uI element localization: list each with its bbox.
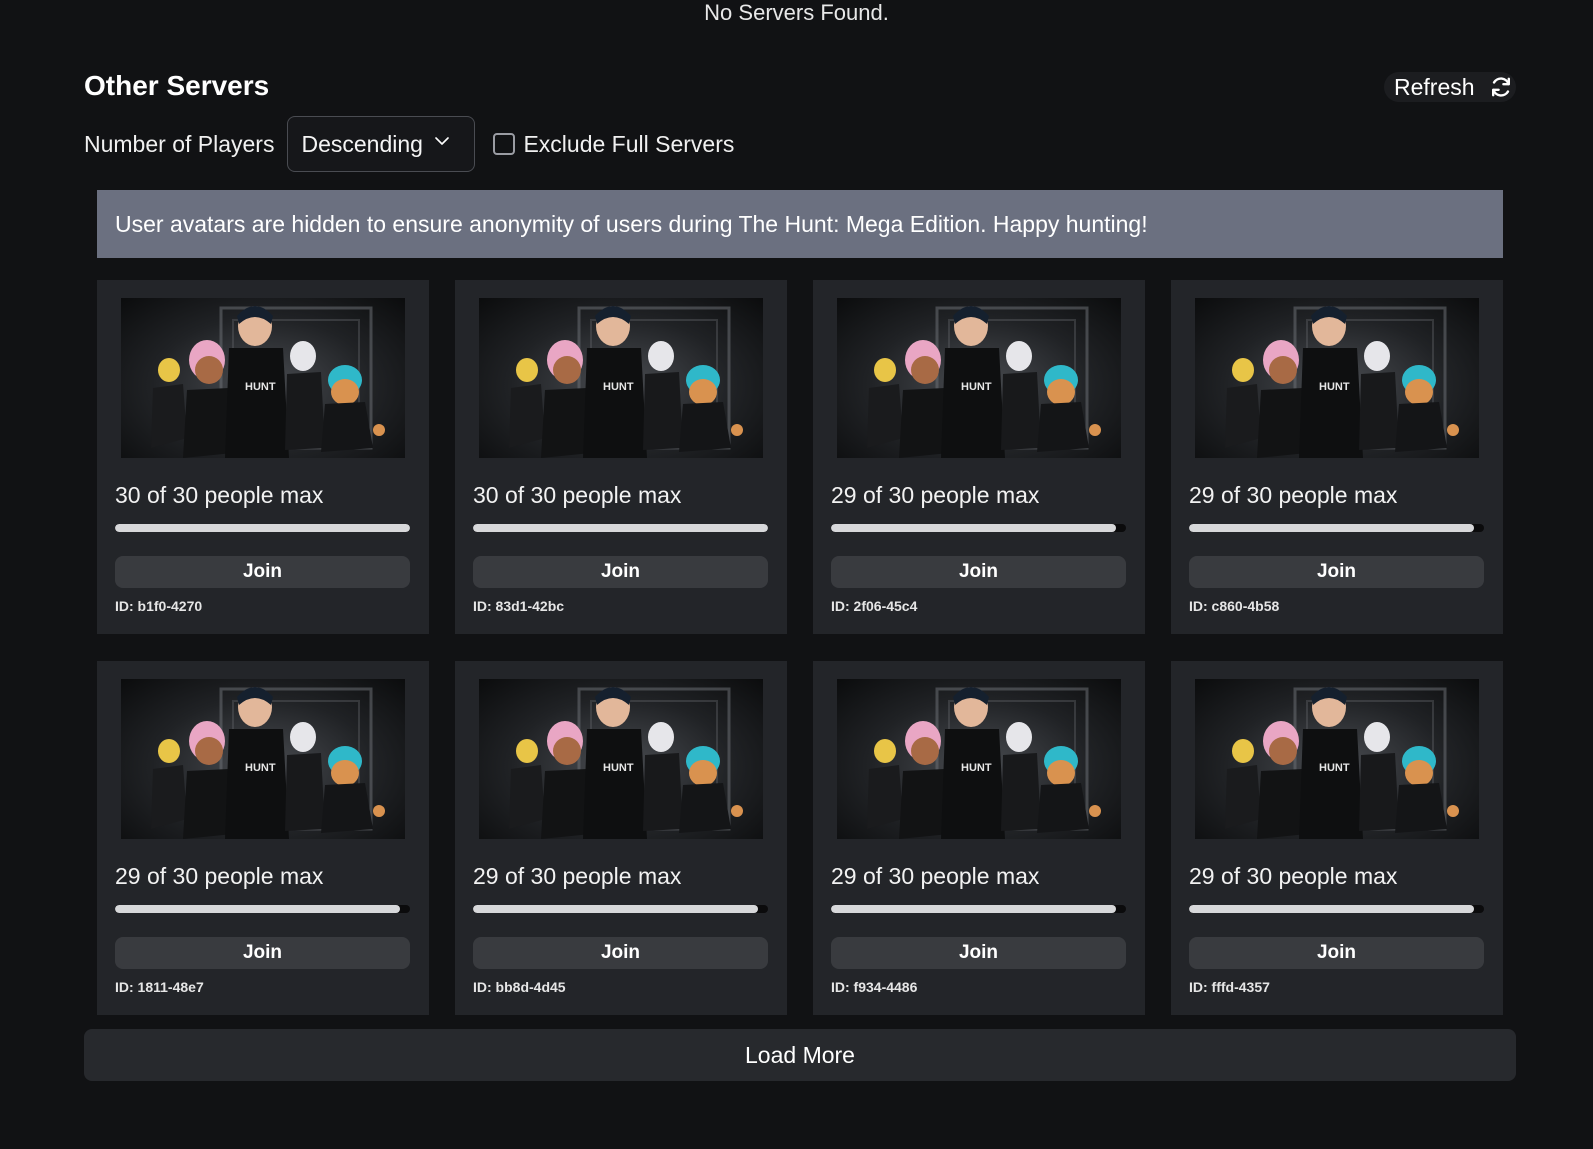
capacity-bar — [1189, 905, 1484, 913]
join-button[interactable]: Join — [473, 937, 768, 969]
chevron-down-icon — [435, 134, 449, 148]
player-count: 29 of 30 people max — [115, 863, 324, 889]
capacity-bar-fill — [831, 905, 1117, 913]
server-id: ID: bb8d-4d45 — [473, 979, 566, 995]
refresh-button[interactable]: Refresh — [1384, 72, 1516, 102]
svg-text:HUNT: HUNT — [603, 762, 634, 774]
server-id: ID: 2f06-45c4 — [831, 598, 918, 614]
game-thumbnail-image: HUNT — [837, 679, 1121, 839]
svg-text:HUNT: HUNT — [961, 381, 992, 393]
server-card: HUNT 30 of 30 people max Join ID: 83d1-42b… — [455, 280, 787, 634]
player-count: 29 of 30 people max — [473, 863, 682, 889]
game-thumbnail-image: HUNT — [837, 298, 1121, 458]
exclude-full-servers-checkbox[interactable] — [493, 133, 516, 155]
capacity-bar — [1189, 524, 1484, 532]
sort-order-dropdown[interactable]: Descending — [287, 116, 476, 172]
capacity-bar — [115, 905, 410, 913]
svg-text:HUNT: HUNT — [245, 381, 276, 393]
refresh-label: Refresh — [1394, 73, 1475, 100]
join-button[interactable]: Join — [115, 937, 410, 969]
game-thumbnail-image: HUNT — [121, 298, 405, 458]
join-button[interactable]: Join — [831, 937, 1126, 969]
game-thumbnail-image: HUNT — [1195, 679, 1479, 839]
join-button[interactable]: Join — [1189, 937, 1484, 969]
refresh-icon — [1489, 75, 1513, 99]
server-card: HUNT 30 of 30 people max Join ID: b1f0-427… — [97, 280, 429, 634]
server-card: HUNT 29 of 30 people max Join ID: bb8d-4d4… — [455, 661, 787, 1015]
capacity-bar — [831, 524, 1126, 532]
server-id: ID: c860-4b58 — [1189, 598, 1280, 614]
capacity-bar — [473, 524, 768, 532]
server-card: HUNT 29 of 30 people max Join ID: f934-448… — [813, 661, 1145, 1015]
player-count: 29 of 30 people max — [831, 863, 1040, 889]
server-card: HUNT 29 of 30 people max Join ID: 2f06-45c… — [813, 280, 1145, 634]
server-id: ID: 1811-48e7 — [115, 979, 204, 995]
capacity-bar-fill — [473, 524, 768, 532]
capacity-bar — [831, 905, 1126, 913]
svg-text:HUNT: HUNT — [961, 762, 992, 774]
svg-text:HUNT: HUNT — [603, 381, 634, 393]
server-id: ID: f934-4486 — [831, 979, 918, 995]
svg-text:HUNT: HUNT — [1319, 762, 1350, 774]
no-servers-message: No Servers Found. — [704, 0, 889, 25]
capacity-bar-fill — [1189, 524, 1475, 532]
player-count: 30 of 30 people max — [115, 482, 324, 508]
player-count: 29 of 30 people max — [831, 482, 1040, 508]
game-thumbnail-image: HUNT — [121, 679, 405, 839]
player-count: 30 of 30 people max — [473, 482, 682, 508]
svg-text:HUNT: HUNT — [245, 762, 276, 774]
sort-label: Number of Players — [84, 130, 275, 157]
sort-order-value: Descending — [301, 130, 423, 157]
load-more-button[interactable]: Load More — [84, 1029, 1516, 1081]
section-title: Other Servers — [84, 70, 270, 101]
server-list-page: No Servers Found. Other Servers Refresh … — [0, 0, 1593, 1149]
exclude-full-servers-label: Exclude Full Servers — [523, 130, 735, 157]
capacity-bar-fill — [115, 524, 410, 532]
capacity-bar — [473, 905, 768, 913]
join-button[interactable]: Join — [115, 556, 410, 588]
server-id: ID: 83d1-42bc — [473, 598, 565, 614]
server-id: ID: fffd-4357 — [1189, 979, 1270, 995]
game-thumbnail-image: HUNT — [1195, 298, 1479, 458]
server-card: HUNT 29 of 30 people max Join ID: c860-4b5… — [1171, 280, 1503, 634]
game-thumbnail-image: HUNT — [479, 679, 763, 839]
exclude-full-servers-option[interactable]: Exclude Full Servers — [493, 131, 734, 158]
server-id: ID: b1f0-4270 — [115, 598, 203, 614]
join-button[interactable]: Join — [1189, 556, 1484, 588]
filter-row: Number of Players Descending Exclude Ful… — [84, 116, 734, 172]
capacity-bar-fill — [831, 524, 1117, 532]
player-count: 29 of 30 people max — [1189, 863, 1398, 889]
game-thumbnail-image: HUNT — [479, 298, 763, 458]
join-button[interactable]: Join — [831, 556, 1126, 588]
svg-text:HUNT: HUNT — [1319, 381, 1350, 393]
anonymity-notice-banner: User avatars are hidden to ensure anonym… — [97, 190, 1503, 258]
player-count: 29 of 30 people max — [1189, 482, 1398, 508]
capacity-bar-fill — [115, 905, 401, 913]
capacity-bar — [115, 524, 410, 532]
join-button[interactable]: Join — [473, 556, 768, 588]
server-card: HUNT 29 of 30 people max Join ID: 1811-48e… — [97, 661, 429, 1015]
server-card: HUNT 29 of 30 people max Join ID: fffd-435… — [1171, 661, 1503, 1015]
capacity-bar-fill — [1189, 905, 1475, 913]
capacity-bar-fill — [473, 905, 759, 913]
